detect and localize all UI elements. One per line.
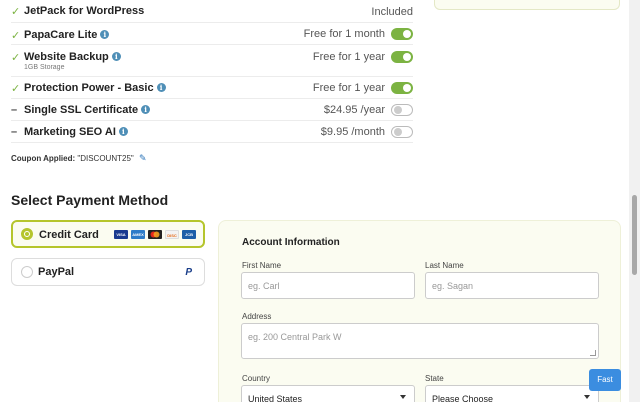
toggle-knob [403,53,411,61]
addon-name-text: Website Backup [24,51,109,63]
credit-card-radio[interactable] [21,228,33,240]
check-icon: ✓ [11,6,21,18]
card-logos: VISA AMEX DISC JCB [114,230,196,239]
addon-row: – Single SSL Certificate i $24.95 /year [11,99,413,121]
addon-row: ✓ Website Backup i 1GB Storage Free for 1 ye… [11,45,413,77]
country-select[interactable]: United States [241,385,415,402]
state-select[interactable]: Please Choose [425,385,599,402]
addon-name: Website Backup i [24,51,121,63]
info-icon[interactable]: i [111,52,121,61]
address-field[interactable]: eg. 200 Central Park W [241,323,599,359]
first-name-label: First Name [242,261,282,270]
account-information-title: Account Information [242,237,340,248]
resize-handle-icon[interactable] [590,350,596,356]
paypal-radio[interactable] [21,266,33,278]
paypal-option[interactable]: PayPal P [11,258,205,286]
discover-icon: DISC [165,230,179,239]
visa-icon: VISA [114,230,128,239]
paypal-label: PayPal [38,266,75,278]
addon-row: ✓ PapaCare Lite i Free for 1 month [11,23,413,45]
account-information-panel: Account Information First Name eg. Carl … [218,220,621,402]
address-label: Address [242,312,272,321]
first-name-field[interactable]: eg. Carl [241,272,415,299]
addon-row: – Marketing SEO AI i $9.95 /month [11,121,413,143]
state-label: State [425,374,444,383]
order-summary-panel [434,0,620,10]
dash-icon: – [11,126,18,138]
chevron-down-icon [400,395,406,399]
scrollbar-thumb[interactable] [632,195,637,275]
address-placeholder: eg. 200 Central Park W [248,332,342,342]
mastercard-icon [148,230,162,239]
addon-subtitle: 1GB Storage [24,64,65,71]
addon-name-text: Marketing SEO AI [24,126,116,138]
addon-row: ✓ Protection Power - Basic i Free for 1 yea… [11,77,413,99]
addon-price: Free for 1 year [312,82,385,94]
last-name-label: Last Name [425,261,464,270]
addon-row: ✓ JetPack for WordPress Included [11,0,413,23]
radio-dot [25,232,29,236]
addon-price: Free for 1 year [312,51,385,63]
addon-price: $9.95 /month [320,126,385,138]
addon-toggle[interactable] [391,104,413,116]
addon-name: Protection Power - Basic i [24,82,166,94]
check-icon: ✓ [11,30,21,42]
toggle-knob [403,84,411,92]
credit-card-option[interactable]: Credit Card VISA AMEX DISC JCB [11,220,205,248]
addon-price: Free for 1 month [303,28,385,40]
credit-card-label: Credit Card [39,229,99,241]
fast-button[interactable]: Fast [589,369,621,391]
addon-price: Included [371,6,413,18]
check-icon: ✓ [11,52,21,64]
addon-name: Single SSL Certificate i [24,104,151,116]
addon-name: Marketing SEO AI i [24,126,128,138]
check-icon: ✓ [11,83,21,95]
payment-method-heading: Select Payment Method [11,192,169,208]
amex-icon: AMEX [131,230,145,239]
chevron-down-icon [584,395,590,399]
pencil-edit-icon[interactable]: ✎ [139,153,147,163]
info-icon[interactable]: i [118,127,128,136]
addon-price: $24.95 /year [323,104,385,116]
addon-name: PapaCare Lite i [24,29,110,41]
addon-toggle[interactable] [391,82,413,94]
addon-name: JetPack for WordPress [24,5,144,17]
country-value: United States [248,394,303,402]
page-scrollbar[interactable] [629,0,640,402]
toggle-knob [394,106,402,114]
dash-icon: – [11,104,18,116]
toggle-knob [403,30,411,38]
info-icon[interactable]: i [156,83,166,92]
toggle-knob [394,128,402,136]
paypal-icon: P [185,267,192,278]
jcb-icon: JCB [182,230,196,239]
coupon-label: Coupon Applied: [11,154,76,163]
addon-toggle[interactable] [391,28,413,40]
last-name-field[interactable]: eg. Sagan [425,272,599,299]
addon-name-text: Protection Power - Basic [24,82,154,94]
info-icon[interactable]: i [141,105,151,114]
coupon-applied: Coupon Applied: "DISCOUNT25" ✎ [11,153,147,164]
info-icon[interactable]: i [100,30,110,39]
coupon-code: "DISCOUNT25" [77,154,134,163]
country-label: Country [242,374,271,383]
addon-name-text: JetPack for WordPress [24,5,145,17]
addon-name-text: Single SSL Certificate [24,104,139,116]
state-value: Please Choose [432,394,494,402]
addon-toggle[interactable] [391,126,413,138]
addon-toggle[interactable] [391,51,413,63]
addon-name-text: PapaCare Lite [24,29,98,41]
